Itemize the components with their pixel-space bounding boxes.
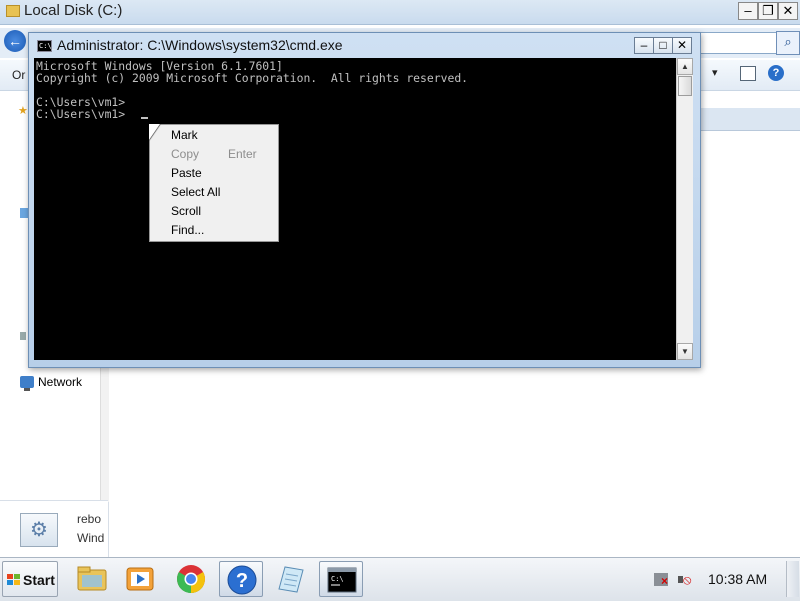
- column-header: [700, 108, 800, 131]
- menu-item-label: Find...: [171, 223, 205, 237]
- cmd-window: C:\_ Administrator: C:\Windows\system32\…: [28, 32, 701, 368]
- svg-text:C:\: C:\: [331, 575, 344, 583]
- details-pane: ⚙ rebo Wind: [0, 500, 108, 558]
- scroll-thumb[interactable]: [678, 76, 692, 96]
- menu-item-paste[interactable]: Paste: [150, 164, 278, 183]
- cmd-icon: C:\: [327, 567, 357, 593]
- taskbar-app-media-player[interactable]: [118, 561, 162, 597]
- action-center-warning-icon[interactable]: [654, 573, 668, 586]
- nav-item-label: Network: [38, 374, 83, 389]
- views-dropdown-icon[interactable]: ▾: [712, 66, 718, 79]
- menu-item-select-all[interactable]: Select All: [150, 183, 278, 202]
- scroll-down-arrow-icon[interactable]: ▼: [677, 343, 693, 360]
- explorer-minimize-button[interactable]: –: [738, 2, 758, 20]
- menu-item-label: Scroll: [171, 204, 202, 218]
- menu-item-label: Copy: [171, 147, 200, 161]
- media-player-icon: [126, 567, 154, 591]
- explorer-title: Local Disk (C:): [6, 2, 122, 19]
- cmd-app-icon[interactable]: C:\_: [37, 40, 56, 52]
- taskbar-app-explorer[interactable]: [70, 561, 114, 597]
- folder-icon: [77, 566, 107, 591]
- show-desktop-button[interactable]: [786, 561, 799, 597]
- menu-item-shortcut: Enter: [228, 147, 257, 161]
- back-arrow-icon[interactable]: ←: [4, 30, 26, 52]
- start-label: Start: [23, 572, 55, 588]
- menu-item-mark[interactable]: Mark: [150, 126, 278, 145]
- gear-icon: ⚙: [20, 513, 58, 547]
- console-line: Copyright (c) 2009 Microsoft Corporation…: [36, 71, 469, 85]
- menu-item-find[interactable]: Find...: [150, 221, 278, 240]
- taskbar-app-notepad[interactable]: [269, 561, 313, 597]
- notepad-icon: [278, 566, 304, 593]
- chrome-icon: [177, 565, 205, 593]
- explorer-titlebar[interactable]: Local Disk (C:) – ❐ ✕: [0, 0, 800, 25]
- drive-icon: [6, 5, 20, 18]
- computer-icon[interactable]: [20, 332, 26, 340]
- text-cursor: [141, 117, 148, 119]
- explorer-close-button[interactable]: ✕: [778, 2, 798, 20]
- menu-item-label: Paste: [171, 166, 202, 180]
- taskbar: Start ? C:\ × ⦸ 10:38 AM: [0, 557, 800, 601]
- favorites-star-icon[interactable]: ★: [18, 104, 28, 117]
- start-button[interactable]: Start: [2, 561, 58, 597]
- search-icon[interactable]: ⌕: [776, 31, 800, 55]
- taskbar-app-help[interactable]: ?: [219, 561, 263, 597]
- libraries-icon[interactable]: [20, 208, 28, 218]
- menu-item-label: Mark: [171, 128, 198, 142]
- cmd-window-title: Administrator: C:\Windows\system32\cmd.e…: [57, 37, 343, 53]
- help-icon: ?: [227, 565, 257, 595]
- menu-item-label: Select All: [171, 185, 221, 199]
- notification-area: 10:38 AM: [648, 561, 800, 597]
- organize-menu[interactable]: Or: [12, 68, 25, 82]
- explorer-title-text: Local Disk (C:): [24, 2, 123, 19]
- preview-pane-icon[interactable]: [740, 66, 756, 81]
- explorer-restore-button[interactable]: ❐: [758, 2, 778, 20]
- svg-text:?: ?: [236, 570, 248, 592]
- menu-item-scroll[interactable]: Scroll: [150, 202, 278, 221]
- mouse-pointer-icon: [149, 124, 160, 140]
- details-item-type: Wind: [77, 531, 105, 545]
- taskbar-app-chrome[interactable]: [169, 561, 213, 597]
- nav-item-network[interactable]: Network: [20, 374, 83, 391]
- speaker-muted-icon[interactable]: [678, 572, 692, 588]
- scroll-up-arrow-icon[interactable]: ▲: [677, 58, 693, 75]
- windows-logo-icon: [7, 574, 21, 586]
- cmd-vertical-scrollbar[interactable]: ▲ ▼: [676, 58, 693, 360]
- search-input[interactable]: [700, 32, 778, 54]
- context-menu: Mark Copy Enter Paste Select All Scroll F…: [149, 124, 279, 242]
- details-item-name: rebo: [77, 512, 102, 526]
- help-icon[interactable]: ?: [768, 65, 784, 81]
- taskbar-app-cmd[interactable]: C:\: [319, 561, 363, 597]
- console-prompt-line: C:\Users\vm1>: [36, 107, 126, 121]
- network-icon: [20, 375, 34, 391]
- clock[interactable]: 10:38 AM: [708, 571, 767, 587]
- cmd-minimize-button[interactable]: –: [634, 37, 654, 54]
- console-output[interactable]: Microsoft Windows [Version 6.1.7601] Cop…: [34, 58, 676, 360]
- cmd-maximize-button[interactable]: □: [653, 37, 673, 54]
- menu-item-copy[interactable]: Copy Enter: [150, 145, 278, 164]
- cmd-close-button[interactable]: ✕: [672, 37, 692, 54]
